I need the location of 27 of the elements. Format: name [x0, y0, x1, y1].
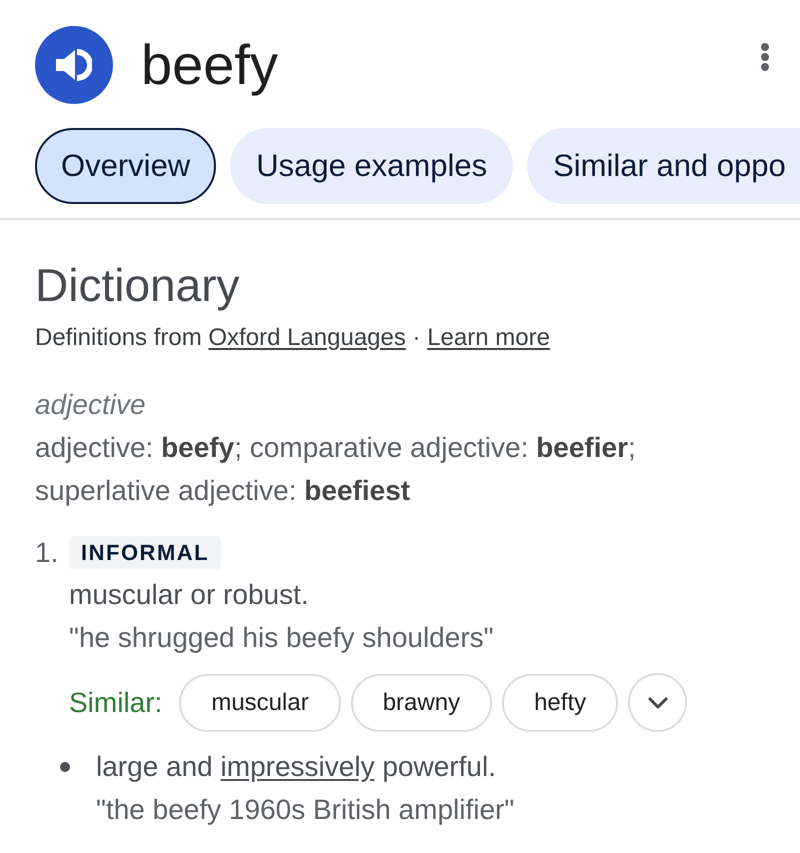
- text-link[interactable]: Oxford Languages: [208, 324, 406, 351]
- more-options-button[interactable]: [760, 42, 770, 72]
- word-forms: adjective: beefy; comparative adjective: beefier;: [35, 431, 637, 465]
- speaker-icon: [56, 49, 92, 81]
- more-vert-icon: [760, 42, 770, 72]
- register-label: INFORMAL: [69, 536, 222, 569]
- section-heading: Dictionary: [35, 258, 241, 313]
- word-forms: superlative adjective: beefiest: [35, 474, 412, 508]
- definition-text: muscular or robust.: [69, 578, 309, 612]
- tab[interactable]: Overview: [35, 128, 216, 204]
- part-of-speech: adjective: [35, 388, 147, 422]
- chevron-down-icon: [648, 696, 668, 708]
- sense-number: 1.: [35, 536, 60, 569]
- text-link[interactable]: Learn more: [427, 324, 550, 351]
- definition-text: large and impressively powerful.: [96, 750, 496, 784]
- synonym-chip[interactable]: hefty: [502, 674, 618, 732]
- synonym-chip[interactable]: muscular: [179, 674, 341, 732]
- synonym-chip[interactable]: brawny: [350, 674, 492, 732]
- tab[interactable]: Usage examples: [230, 128, 514, 204]
- tab[interactable]: Similar and oppo: [527, 128, 800, 204]
- source-attribution: Definitions from Oxford Languages · Learn more: [35, 323, 551, 353]
- word-title: beefy: [141, 32, 278, 98]
- text-link[interactable]: impressively: [220, 751, 375, 782]
- example-sentence: "he shrugged his beefy shoulders": [69, 621, 494, 655]
- bullet-icon: [60, 762, 70, 772]
- example-sentence: "the beefy 1960s British amplifier": [96, 793, 514, 827]
- similar-label: Similar:: [69, 686, 162, 718]
